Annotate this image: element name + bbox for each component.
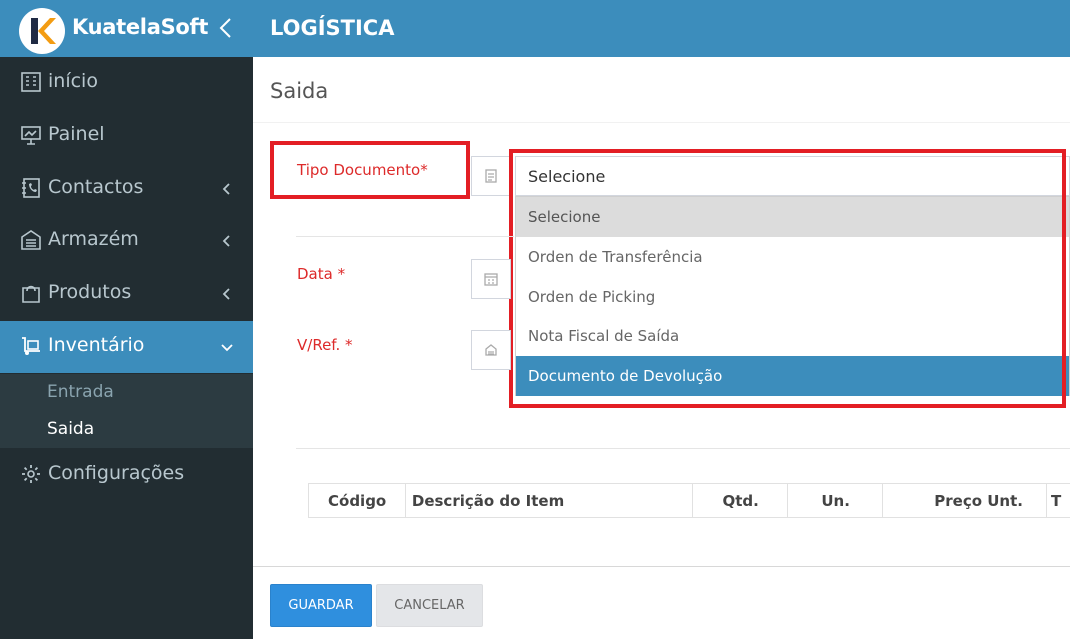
- phone-book-icon: [22, 178, 40, 198]
- warehouse-icon: [21, 230, 41, 250]
- sidebar-item-label: Configurações: [48, 462, 185, 484]
- section-divider: [296, 448, 1070, 449]
- column-header-un[interactable]: Un.: [788, 484, 884, 517]
- column-header-qtd[interactable]: Qtd.: [693, 484, 789, 517]
- tag-icon: [485, 344, 497, 356]
- brand-logo-icon: [31, 18, 56, 44]
- brand-logo[interactable]: [19, 8, 65, 54]
- sidebar-item-label: início: [48, 70, 98, 92]
- column-header-descricao[interactable]: Descrição do Item: [406, 484, 693, 517]
- sidebar-item-label: Produtos: [48, 281, 132, 303]
- page-title: Saida: [270, 79, 329, 103]
- save-button[interactable]: GUARDAR: [270, 584, 372, 627]
- shopping-bag-icon: [22, 285, 40, 303]
- sidebar-item-configuracoes[interactable]: Configurações: [0, 449, 253, 501]
- vref-label: V/Ref. *: [297, 336, 353, 354]
- main-content: Saida Tipo Documento* Selecione Selecion…: [253, 57, 1070, 639]
- title-divider: [253, 122, 1070, 123]
- chevron-down-icon: [221, 344, 233, 352]
- dolly-icon: [22, 337, 40, 355]
- presentation-icon: [21, 126, 41, 145]
- data-label: Data *: [297, 265, 346, 283]
- brand-bar: KuatelaSoft: [0, 0, 253, 57]
- tipo-documento-label: Tipo Documento*: [297, 161, 428, 179]
- column-header-total[interactable]: T: [1047, 484, 1070, 517]
- sidebar-item-contactos[interactable]: Contactos: [0, 163, 253, 215]
- items-table-header: Código Descrição do Item Qtd. Un. Preço …: [308, 483, 1070, 518]
- sidebar-item-painel[interactable]: Painel: [0, 110, 253, 162]
- sidebar-item-produtos[interactable]: Produtos: [0, 268, 253, 320]
- chevron-left-icon: [222, 288, 230, 300]
- brand-name: KuatelaSoft: [72, 15, 209, 39]
- column-header-codigo[interactable]: Código: [309, 484, 406, 517]
- sidebar-item-inventario[interactable]: Inventário: [0, 321, 253, 373]
- tipo-documento-addon: [471, 156, 511, 196]
- sidebar: KuatelaSoft início Painel Contactos Arma…: [0, 0, 253, 639]
- sidebar-subitem-entrada[interactable]: Entrada: [47, 382, 114, 402]
- vref-addon: [471, 330, 511, 370]
- sidebar-item-label: Inventário: [48, 334, 145, 356]
- sidebar-subitem-saida[interactable]: Saida: [47, 419, 94, 439]
- sidebar-item-inicio[interactable]: início: [0, 57, 253, 109]
- gear-icon: [22, 465, 40, 483]
- chevron-left-icon: [222, 235, 230, 247]
- column-header-preco[interactable]: Preço Unt.: [883, 484, 1048, 517]
- cancel-button[interactable]: CANCELAR: [376, 584, 483, 627]
- form-divider: [296, 236, 514, 237]
- sidebar-item-armazem[interactable]: Armazém: [0, 215, 253, 267]
- sidebar-collapse-icon[interactable]: [215, 16, 237, 40]
- sidebar-submenu-inventario: Entrada Saida: [0, 374, 253, 448]
- module-title: LOGÍSTICA: [270, 16, 395, 40]
- top-header: LOGÍSTICA: [253, 0, 1070, 57]
- sidebar-item-label: Painel: [48, 123, 105, 145]
- highlight-box-dropdown: [509, 149, 1066, 408]
- sidebar-item-label: Contactos: [48, 176, 144, 198]
- document-icon: [485, 169, 497, 183]
- calendar-icon: [484, 273, 498, 286]
- sidebar-item-label: Armazém: [48, 228, 139, 250]
- chevron-left-icon: [222, 183, 230, 195]
- footer-divider: [253, 566, 1070, 567]
- building-icon: [21, 72, 41, 92]
- data-addon[interactable]: [471, 259, 511, 299]
